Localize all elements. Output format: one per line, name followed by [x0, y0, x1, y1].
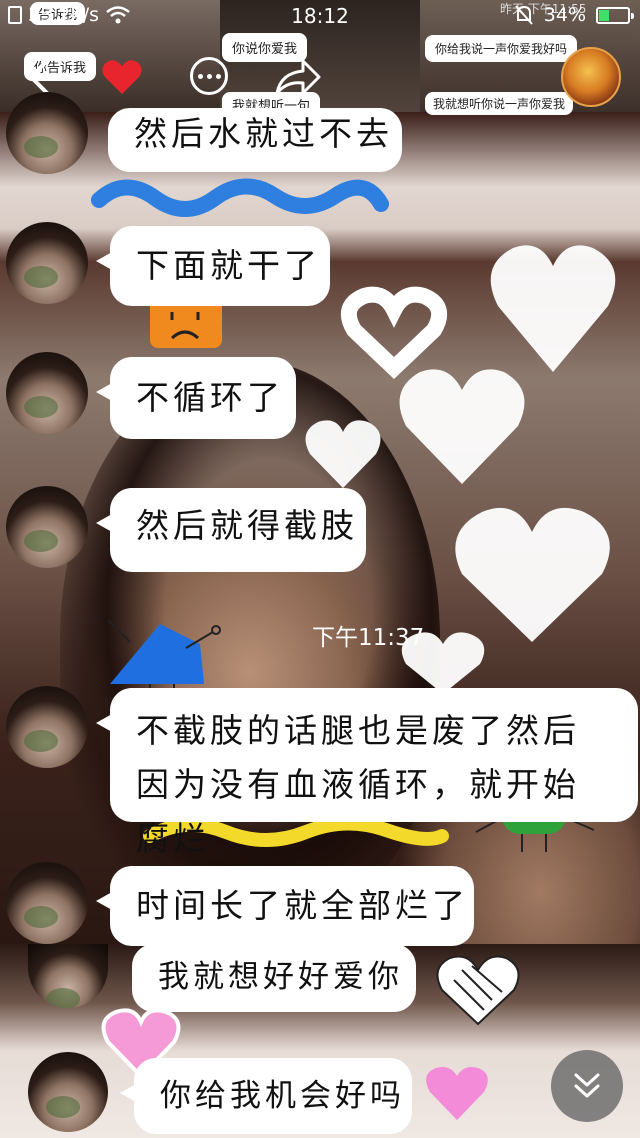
more-button[interactable] [190, 57, 228, 95]
sender-avatar[interactable] [6, 486, 88, 568]
white-heart-sticker [490, 245, 616, 372]
wavy-blue-doodle [91, 178, 389, 217]
battery-percent: 34% [543, 4, 586, 26]
more-dots-icon [197, 73, 203, 79]
screen: 告诉我 你告诉我 你说你爱我 我就想听一句 你给我说一声你爱我好吗 我就想听你说… [0, 0, 640, 1138]
share-arrow-icon [275, 59, 321, 95]
white-heart-sticker [455, 507, 610, 642]
message-bubble[interactable]: 我就想好好爱你 [132, 944, 416, 1012]
favorite-button[interactable] [100, 55, 144, 99]
pink-heart-sticker [426, 1067, 488, 1120]
status-right: 34% [514, 4, 634, 26]
more-dot [206, 73, 212, 79]
message-bubble[interactable]: 你给我机会好吗 [120, 1058, 412, 1134]
sender-avatar[interactable] [6, 862, 88, 944]
sender-avatar[interactable] [6, 222, 88, 304]
chevron-left-icon [29, 59, 49, 95]
sender-avatar[interactable] [6, 92, 88, 174]
battery-icon [596, 6, 634, 24]
share-button[interactable] [272, 55, 324, 99]
message-timestamp: 下午11:37 [312, 625, 425, 651]
more-dot [215, 73, 221, 79]
message-bubble[interactable]: 下面就干了 [96, 226, 330, 306]
sender-avatar[interactable] [28, 1052, 108, 1132]
message-bubble[interactable]: 然后水就过不去 [108, 108, 402, 172]
header-snippet: 我就想听你说一声你爱我 [425, 92, 574, 115]
profile-avatar[interactable] [561, 47, 621, 107]
mute-bell-icon [515, 5, 533, 25]
battery-fill [599, 9, 609, 21]
status-bar: 35.2K/s 18:12 34% [0, 0, 640, 34]
white-heart-sticker [399, 369, 525, 484]
scribble-heart-sticker [436, 955, 520, 1026]
sender-avatar[interactable] [6, 352, 88, 434]
double-chevron-down-icon [574, 1073, 600, 1098]
heart-icon [102, 60, 142, 94]
header-snippet: 你给我说一声你爱我好吗 [425, 35, 578, 62]
white-heart-sticker [305, 420, 381, 488]
message-bubble[interactable]: 然后就得截肢 [96, 488, 366, 572]
message-bubble[interactable]: 时间长了就全部烂了 [96, 866, 474, 946]
scroll-down-button[interactable] [551, 1050, 623, 1122]
sender-avatar[interactable] [6, 686, 88, 768]
message-bubble[interactable]: 不截肢的话腿也是废了然后因为没有血液循环，就开始腐烂 [96, 688, 638, 858]
message-bubble[interactable]: 不循环了 [96, 357, 296, 439]
